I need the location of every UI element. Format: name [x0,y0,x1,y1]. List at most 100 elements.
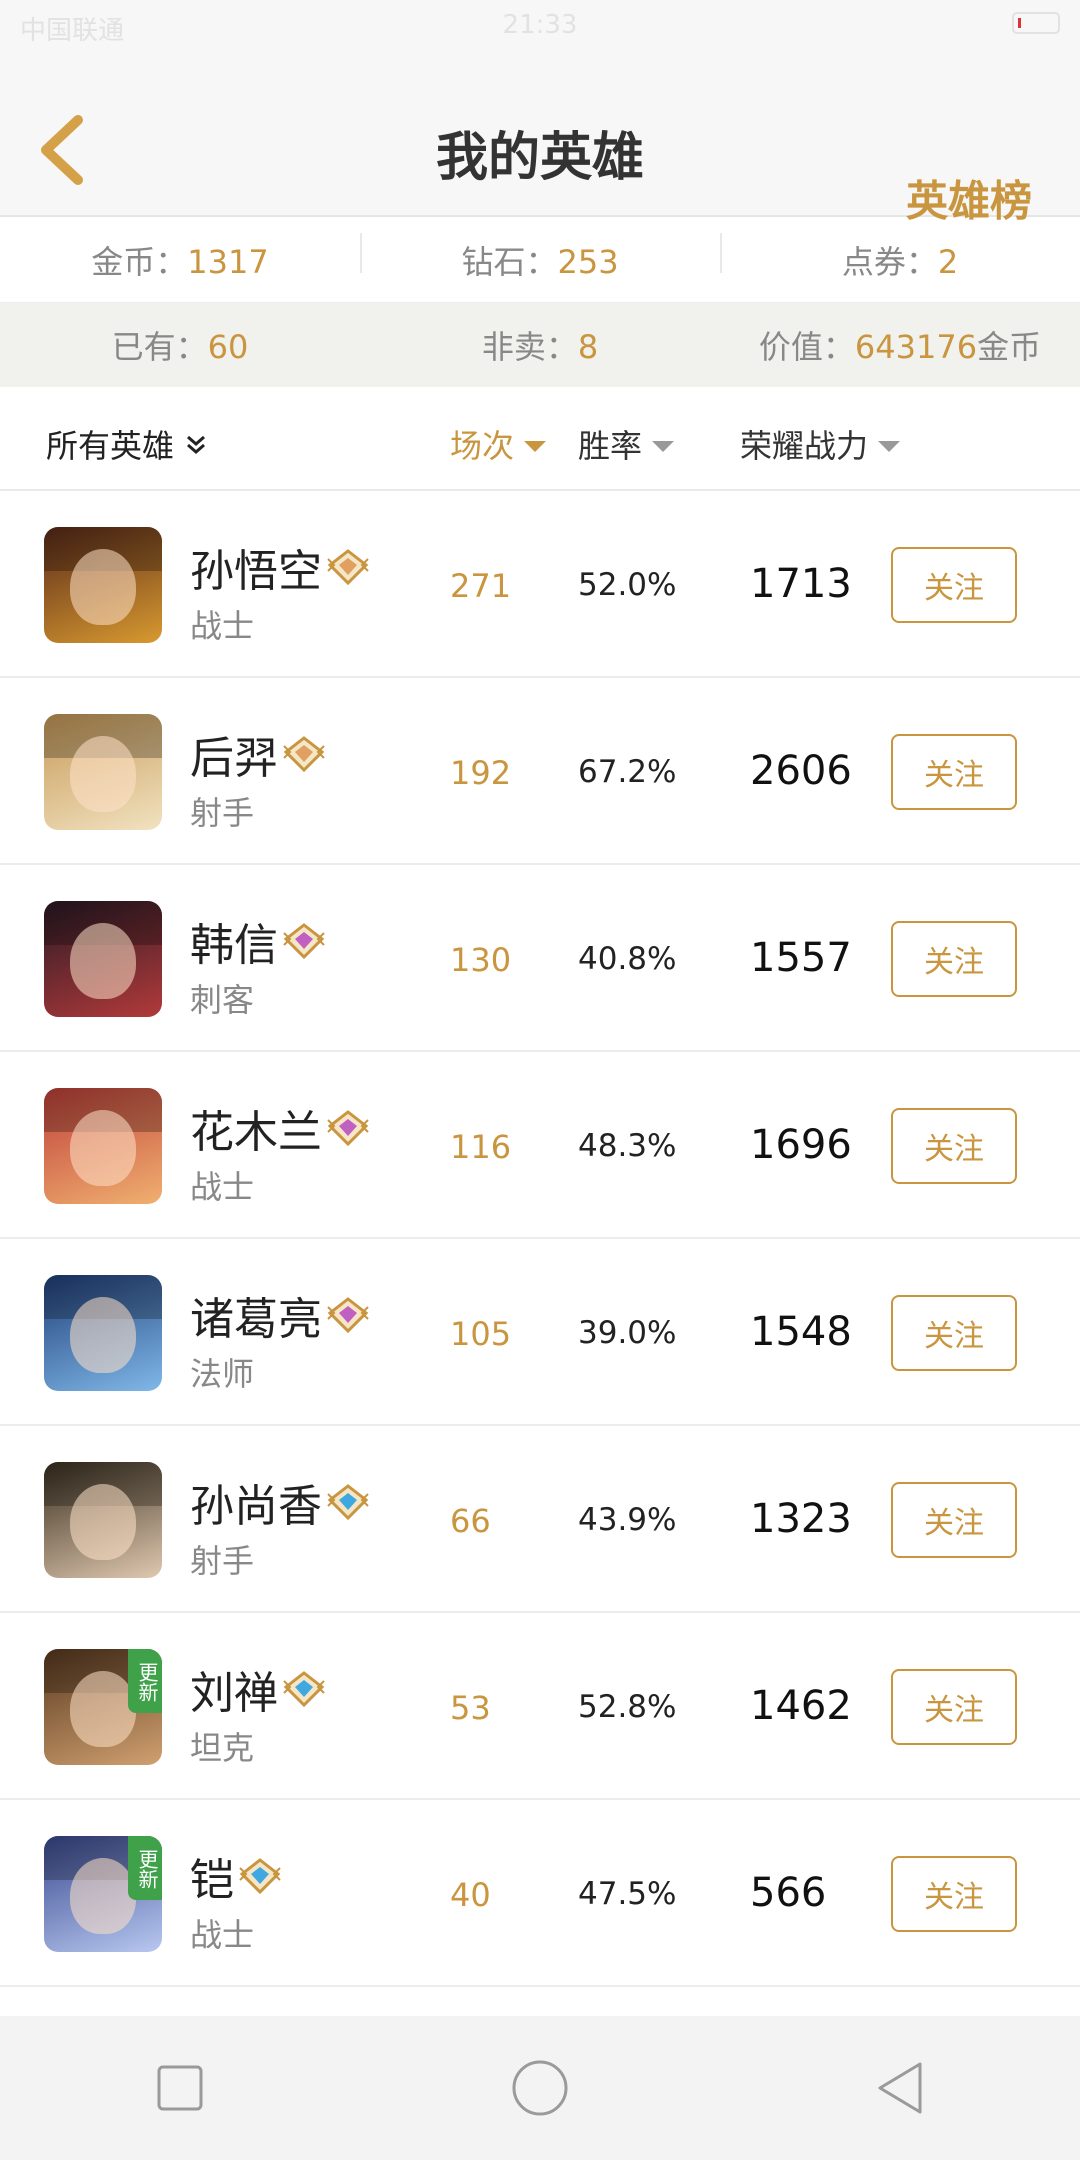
back-button[interactable] [34,110,94,190]
triangle-back-icon [878,2062,922,2114]
hero-stats-row: 已有：60 非卖：8 价值：643176金币 [0,303,1080,387]
hero-name: 孙尚香 [190,1470,370,1534]
gold-value: 1317 [187,242,269,281]
hero-name-text: 后羿 [190,733,278,784]
hero-row[interactable]: 更新 刘禅 坦克 53 52.8% 1462 关注 [0,1613,1080,1800]
hero-games-count: 53 [450,1689,491,1727]
platinum-badge-icon [327,1297,369,1334]
status-icons [1012,12,1060,34]
home-button[interactable] [500,2048,580,2128]
follow-button[interactable]: 关注 [891,1669,1017,1745]
hero-power: 1557 [750,935,852,981]
new-update-tag: 更新 [128,1836,162,1900]
sort-down-icon [652,440,675,452]
diamond-count: 钻石：253 [360,232,720,283]
hero-avatar [44,527,162,643]
hero-avatar [44,901,162,1017]
follow-button[interactable]: 关注 [891,921,1017,997]
sort-down-icon [524,440,547,452]
gold-badge-icon [283,736,325,773]
app-header: 我的英雄 英雄榜 [0,52,1080,226]
owned-value: 60 [207,328,249,366]
hero-name: 后羿 [190,722,326,786]
follow-button[interactable]: 关注 [891,734,1017,810]
win-sort-label: 胜率 [578,427,643,465]
hero-row[interactable]: 孙尚香 射手 66 43.9% 1323 关注 [0,1426,1080,1613]
hero-power: 566 [750,1870,827,1916]
battery-icon [1012,12,1060,34]
not-sale-label: 非卖： [481,328,578,366]
hero-win-rate: 67.2% [578,754,677,790]
hero-name-text: 孙尚香 [190,1481,322,1532]
hero-list: 孙悟空 战士 271 52.0% 1713 关注 后羿 射手 192 67.2%… [0,491,1080,1987]
hero-win-rate: 43.9% [578,1502,677,1538]
voucher-count: 点券：2 [720,232,1080,283]
hero-name: 刘禅 [190,1657,326,1721]
sort-by-power[interactable]: 荣耀战力 [740,421,901,467]
hero-power: 2606 [750,748,852,794]
gold-label: 金币： [91,242,188,281]
hero-win-rate: 39.0% [578,1315,677,1351]
recent-apps-button[interactable] [140,2048,220,2128]
hero-filter-dropdown[interactable]: 所有英雄 [46,421,210,467]
hero-name-text: 诸葛亮 [190,1294,322,1345]
hero-row[interactable]: 诸葛亮 法师 105 39.0% 1548 关注 [0,1239,1080,1426]
hero-name: 诸葛亮 [190,1283,370,1347]
avatar-face [70,1484,136,1560]
hero-name-text: 刘禅 [190,1668,278,1719]
hero-row[interactable]: 孙悟空 战士 271 52.0% 1713 关注 [0,491,1080,678]
diamond-badge-icon [239,1858,281,1895]
square-icon [157,2065,203,2111]
follow-button[interactable]: 关注 [891,547,1017,623]
hero-row[interactable]: 更新 铠 战士 40 47.5% 566 关注 [0,1800,1080,1987]
follow-button[interactable]: 关注 [891,1856,1017,1932]
avatar-face [70,549,136,625]
hero-games-count: 40 [450,1876,491,1914]
total-worth: 价值：643176金币 [720,322,1080,368]
hero-name: 孙悟空 [190,535,370,599]
back-nav-button[interactable] [860,2048,940,2128]
hero-ranking-link[interactable]: 英雄榜 [906,168,1032,229]
hero-avatar: 更新 [44,1836,162,1952]
hero-games-count: 116 [450,1128,512,1166]
hero-name-text: 孙悟空 [190,546,322,597]
hero-role: 法师 [190,1355,255,1393]
hero-row[interactable]: 花木兰 战士 116 48.3% 1696 关注 [0,1052,1080,1239]
hero-games-count: 271 [450,567,512,605]
worth-label: 价值： [758,328,855,366]
hero-power: 1696 [750,1122,852,1168]
hero-name: 韩信 [190,909,326,973]
diamond-label: 钻石： [461,242,558,281]
clock: 21:33 [502,10,578,40]
hero-name-text: 花木兰 [190,1107,322,1158]
sort-by-games[interactable]: 场次 [450,421,547,467]
gold-badge-icon [327,549,369,586]
avatar-face [70,923,136,999]
sort-by-win-rate[interactable]: 胜率 [578,421,675,467]
avatar-face [70,1858,136,1934]
hero-games-count: 66 [450,1502,491,1540]
hero-power: 1713 [750,561,852,607]
not-for-sale-count: 非卖：8 [360,322,720,368]
filter-label: 所有英雄 [46,427,175,465]
double-chevron-down-icon [187,435,206,454]
power-sort-label: 荣耀战力 [740,427,869,465]
hero-name: 铠 [190,1844,282,1908]
new-update-tag: 更新 [128,1649,162,1713]
follow-button[interactable]: 关注 [891,1108,1017,1184]
system-nav-bar [0,2016,1080,2160]
hero-power: 1323 [750,1496,852,1542]
status-bar: 中国联通 21:33 [0,0,1080,52]
follow-button[interactable]: 关注 [891,1295,1017,1371]
avatar-face [70,1671,136,1747]
hero-row[interactable]: 韩信 刺客 130 40.8% 1557 关注 [0,865,1080,1052]
voucher-label: 点券： [841,242,938,281]
hero-avatar [44,1088,162,1204]
chevron-left-icon [41,115,83,185]
hero-role: 战士 [190,607,255,645]
hero-role: 战士 [190,1916,255,1954]
hero-games-count: 105 [450,1315,512,1353]
hero-role: 射手 [190,1542,255,1580]
hero-row[interactable]: 后羿 射手 192 67.2% 2606 关注 [0,678,1080,865]
follow-button[interactable]: 关注 [891,1482,1017,1558]
